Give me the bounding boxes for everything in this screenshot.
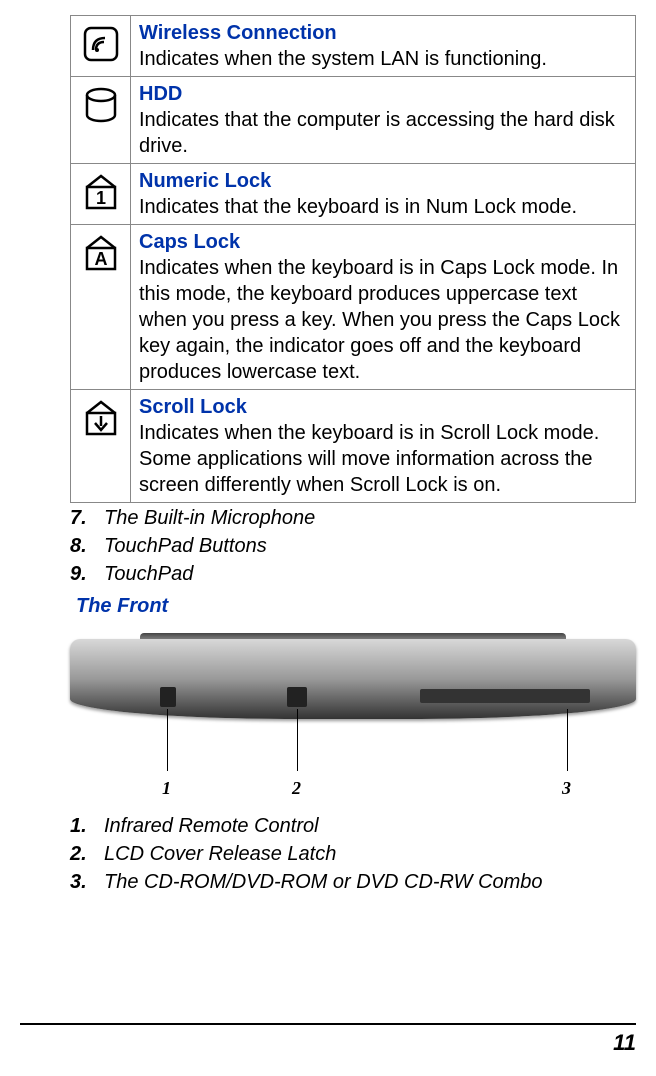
callout-line xyxy=(567,709,568,771)
laptop-port xyxy=(160,687,176,707)
item-number: 9. xyxy=(70,561,104,587)
list-item: 2. LCD Cover Release Latch xyxy=(70,841,636,867)
table-row: A Caps Lock Indicates when the keyboard … xyxy=(71,225,636,390)
callout-number: 2 xyxy=(292,777,301,800)
indicator-description: Indicates that the computer is accessing… xyxy=(139,109,615,157)
callout-line xyxy=(297,709,298,771)
indicator-description: Indicates that the keyboard is in Num Lo… xyxy=(139,196,577,218)
hdd-icon-cell xyxy=(71,77,131,164)
numlock-icon: 1 xyxy=(81,172,121,212)
table-row: Wireless Connection Indicates when the s… xyxy=(71,16,636,77)
indicator-text-cell: Wireless Connection Indicates when the s… xyxy=(131,16,636,77)
list-item: 1. Infrared Remote Control xyxy=(70,813,636,839)
laptop-front-figure: 1 2 3 xyxy=(70,629,636,809)
indicator-title: HDD xyxy=(139,83,182,105)
indicator-title: Wireless Connection xyxy=(139,22,337,44)
list-item: 7. The Built-in Microphone xyxy=(70,505,636,531)
scrolllock-icon xyxy=(81,398,121,438)
wireless-icon-cell xyxy=(71,16,131,77)
indicator-title: Scroll Lock xyxy=(139,396,247,418)
table-row: 1 Numeric Lock Indicates that the keyboa… xyxy=(71,164,636,225)
section-heading-front: The Front xyxy=(76,593,636,619)
item-label: TouchPad Buttons xyxy=(104,533,267,559)
wireless-icon xyxy=(81,24,121,64)
svg-text:A: A xyxy=(94,249,107,269)
page-number: 11 xyxy=(613,1030,636,1055)
hdd-icon xyxy=(81,85,121,125)
capslock-icon-cell: A xyxy=(71,225,131,390)
laptop-port xyxy=(287,687,307,707)
indicator-text-cell: Numeric Lock Indicates that the keyboard… xyxy=(131,164,636,225)
svg-text:1: 1 xyxy=(95,188,105,208)
table-row: HDD Indicates that the computer is acces… xyxy=(71,77,636,164)
laptop-port xyxy=(420,689,590,703)
item-number: 1. xyxy=(70,813,104,839)
list-item: 9. TouchPad xyxy=(70,561,636,587)
indicator-title: Caps Lock xyxy=(139,231,240,253)
item-label: LCD Cover Release Latch xyxy=(104,841,336,867)
laptop-body xyxy=(70,639,636,719)
item-label: The Built-in Microphone xyxy=(104,505,315,531)
item-number: 3. xyxy=(70,869,104,895)
numlock-icon-cell: 1 xyxy=(71,164,131,225)
item-label: Infrared Remote Control xyxy=(104,813,319,839)
page-footer: 11 xyxy=(20,1023,636,1058)
indicator-text-cell: Scroll Lock Indicates when the keyboard … xyxy=(131,390,636,503)
item-number: 8. xyxy=(70,533,104,559)
indicator-title: Numeric Lock xyxy=(139,170,271,192)
indicator-table: Wireless Connection Indicates when the s… xyxy=(70,15,636,503)
list-item: 8. TouchPad Buttons xyxy=(70,533,636,559)
indicator-description: Indicates when the keyboard is in Scroll… xyxy=(139,422,599,496)
scrolllock-icon-cell xyxy=(71,390,131,503)
item-label: TouchPad xyxy=(104,561,193,587)
item-label: The CD-ROM/DVD-ROM or DVD CD-RW Combo xyxy=(104,869,543,895)
indicator-text-cell: HDD Indicates that the computer is acces… xyxy=(131,77,636,164)
callout-number: 1 xyxy=(162,777,171,800)
indicator-description: Indicates when the keyboard is in Caps L… xyxy=(139,257,620,383)
indicator-description: Indicates when the system LAN is functio… xyxy=(139,48,547,70)
capslock-icon: A xyxy=(81,233,121,273)
item-number: 2. xyxy=(70,841,104,867)
item-number: 7. xyxy=(70,505,104,531)
callout-number: 3 xyxy=(562,777,571,800)
indicator-text-cell: Caps Lock Indicates when the keyboard is… xyxy=(131,225,636,390)
table-row: Scroll Lock Indicates when the keyboard … xyxy=(71,390,636,503)
callout-line xyxy=(167,709,168,771)
list-item: 3. The CD-ROM/DVD-ROM or DVD CD-RW Combo xyxy=(70,869,636,895)
